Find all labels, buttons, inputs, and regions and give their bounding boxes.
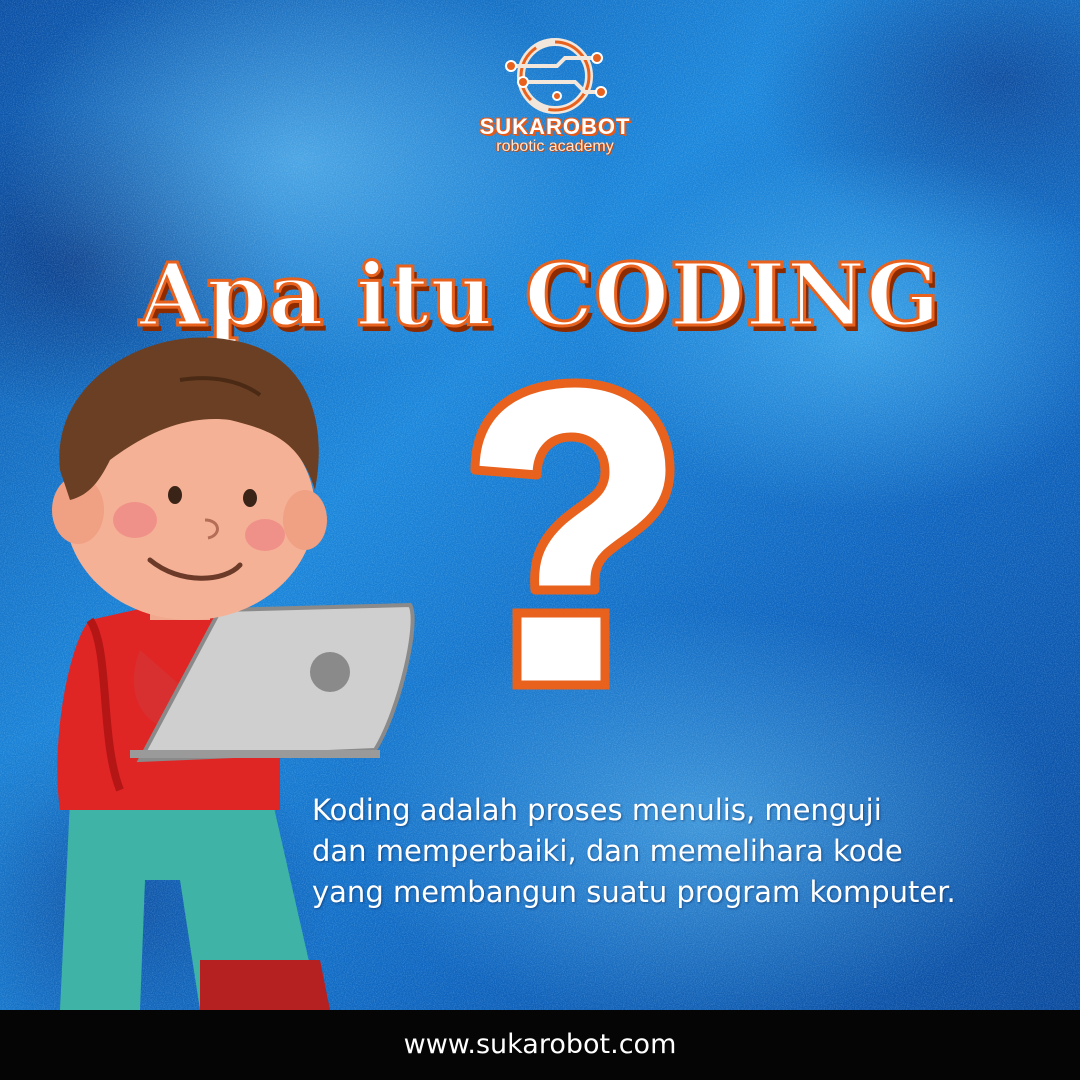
brand-tagline: robotic academy [496,138,614,155]
description-line: Koding adalah proses menulis, menguji [312,793,882,827]
brand-name: SUKAROBOT [479,114,631,139]
description-text: Koding adalah proses menulis, menguji da… [312,790,1052,913]
description-line: dan memperbaiki, dan memelihara kode [312,834,903,868]
description-line: yang membangun suatu program komputer. [312,875,956,909]
footer-bar: www.sukarobot.com [0,1010,1080,1080]
boy-with-laptop-illustration [52,337,415,1010]
website-link[interactable]: www.sukarobot.com [0,1010,1080,1080]
brand-logo: SUKAROBOT robotic academy [470,36,640,156]
circuit-logo-icon [505,38,607,114]
question-mark-icon [470,378,675,690]
